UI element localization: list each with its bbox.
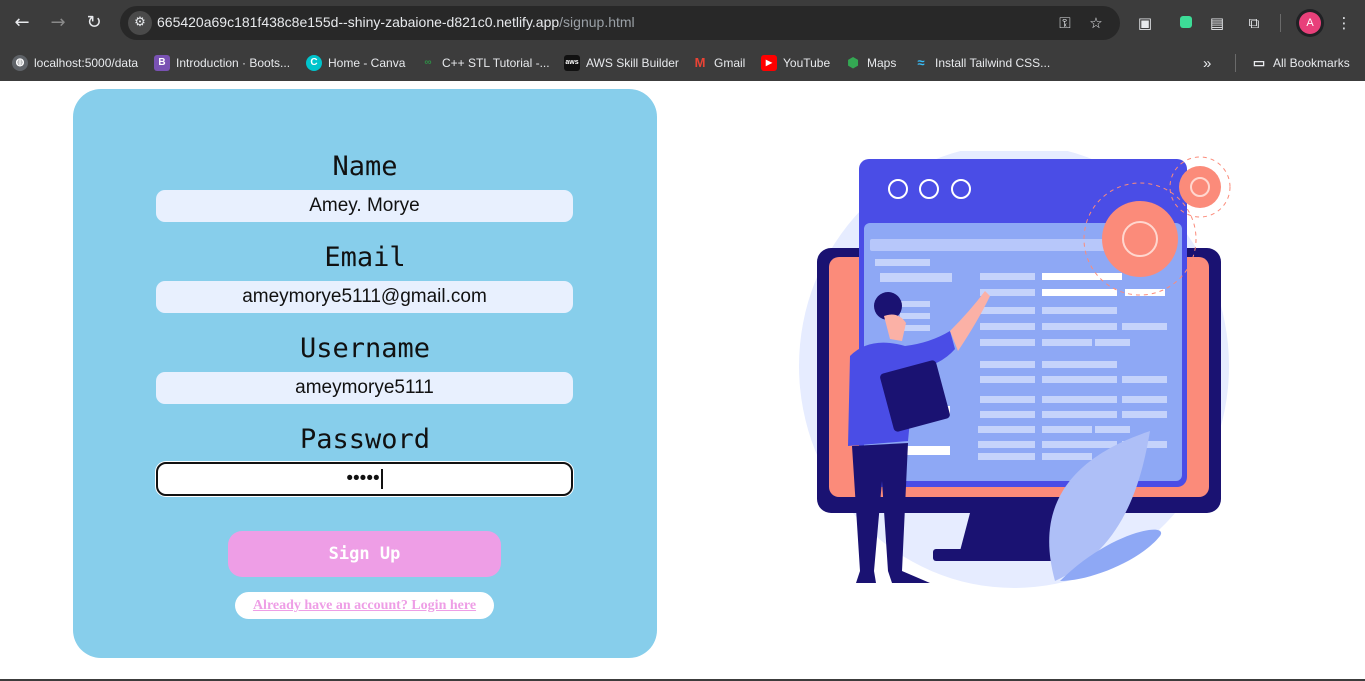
bookmark-maps[interactable]: ⬢ Maps — [845, 52, 896, 74]
tailwind-icon: ≈ — [917, 55, 925, 70]
bookmark-label: AWS Skill Builder — [586, 56, 679, 70]
forward-icon[interactable]: → — [46, 11, 70, 35]
bookmark-aws[interactable]: aws AWS Skill Builder — [564, 52, 679, 74]
bookmark-label: Introduction · Boots... — [176, 56, 291, 70]
screencast-extension-icon[interactable]: ▣ — [1134, 12, 1156, 34]
gfg-icon: ∞ — [424, 57, 432, 68]
aws-icon: aws — [564, 55, 580, 71]
profile-avatar[interactable]: A — [1296, 9, 1324, 37]
more-bookmarks-chevron-icon[interactable]: » — [1203, 52, 1211, 74]
login-link[interactable]: Already have an account? Login here — [235, 592, 494, 619]
maps-icon: ⬢ — [847, 55, 859, 70]
bookmark-label: localhost:5000/data — [34, 56, 139, 70]
url-path: /signup.html — [559, 14, 635, 30]
gear-icon — [1102, 201, 1178, 277]
name-input[interactable]: Amey. Morye — [156, 190, 573, 222]
bookmark-gmail[interactable]: M Gmail — [692, 52, 746, 74]
bookmark-label: C++ STL Tutorial -... — [442, 56, 550, 70]
site-info-icon[interactable]: ⚙ — [128, 11, 152, 35]
bookmark-label: Install Tailwind CSS... — [935, 56, 1051, 70]
bookmark-label: Gmail — [714, 56, 746, 70]
password-input[interactable]: ••••• — [156, 462, 573, 496]
reload-icon[interactable]: ↻ — [82, 11, 106, 35]
gmail-icon: M — [694, 55, 706, 70]
bookmark-canva[interactable]: C Home - Canva — [306, 52, 405, 74]
notion-extension-icon[interactable]: ▤ — [1206, 12, 1228, 34]
signup-card: Name Amey. Morye Email ameymorye5111@gma… — [73, 89, 657, 658]
all-bookmarks[interactable]: ▭ All Bookmarks — [1251, 52, 1350, 74]
url-host: 665420a69c181f438c8e155d--shiny-zabaione… — [157, 14, 560, 30]
bookmark-gfg[interactable]: ∞ C++ STL Tutorial -... — [420, 52, 550, 74]
back-icon[interactable]: ← — [10, 11, 34, 35]
bookmark-label: Maps — [867, 56, 897, 70]
browser-toolbar: ← → ↻ ⚙ 665420a69c181f438c8e155d--shiny-… — [0, 0, 1365, 46]
address-bar[interactable]: ⚙ 665420a69c181f438c8e155d--shiny-zabaio… — [120, 6, 1120, 40]
profile-initial: A — [1299, 12, 1321, 34]
password-mask: ••••• — [346, 468, 380, 489]
url-text[interactable]: 665420a69c181f438c8e155d--shiny-zabaione… — [157, 14, 635, 30]
bookmark-localhost[interactable]: ◍ localhost:5000/data — [12, 52, 138, 74]
password-key-icon[interactable]: ⚿ — [1055, 13, 1075, 33]
menu-kebab-icon[interactable]: ⋮ — [1333, 12, 1355, 34]
signup-button[interactable]: Sign Up — [228, 531, 501, 577]
bookmark-star-icon[interactable]: ☆ — [1086, 13, 1106, 33]
bookmark-bootstrap[interactable]: B Introduction · Boots... — [154, 52, 290, 74]
bookmark-label: YouTube — [783, 56, 831, 70]
username-label: Username — [299, 333, 431, 364]
email-input[interactable]: ameymorye5111@gmail.com — [156, 281, 573, 313]
globe-icon: ◍ — [12, 55, 28, 71]
password-label: Password — [299, 424, 431, 455]
name-label: Name — [332, 151, 398, 182]
bookmarks-bar: ◍ localhost:5000/data B Introduction · B… — [0, 46, 1365, 81]
canva-icon: C — [306, 55, 322, 71]
bookmarks-divider — [1235, 54, 1236, 72]
text-caret — [380, 468, 383, 489]
small-gear-icon — [1179, 166, 1221, 208]
bookmark-youtube[interactable]: ▶ YouTube — [761, 52, 830, 74]
extensions-puzzle-icon[interactable]: ⧉ — [1243, 12, 1265, 34]
bookmark-label: Home - Canva — [328, 56, 406, 70]
bootstrap-icon: B — [154, 55, 170, 71]
page-content: Name Amey. Morye Email ameymorye5111@gma… — [0, 81, 1365, 681]
all-bookmarks-label: All Bookmarks — [1273, 56, 1350, 70]
email-label: Email — [324, 242, 406, 273]
username-input[interactable]: ameymorye5111 — [156, 372, 573, 404]
bookmark-tailwind[interactable]: ≈ Install Tailwind CSS... — [913, 52, 1050, 74]
signup-illustration — [799, 151, 1231, 588]
youtube-icon: ▶ — [761, 55, 777, 71]
toolbar-divider — [1280, 14, 1281, 32]
folder-icon: ▭ — [1252, 55, 1266, 70]
extension-puzzle-green-icon[interactable] — [1175, 12, 1197, 34]
